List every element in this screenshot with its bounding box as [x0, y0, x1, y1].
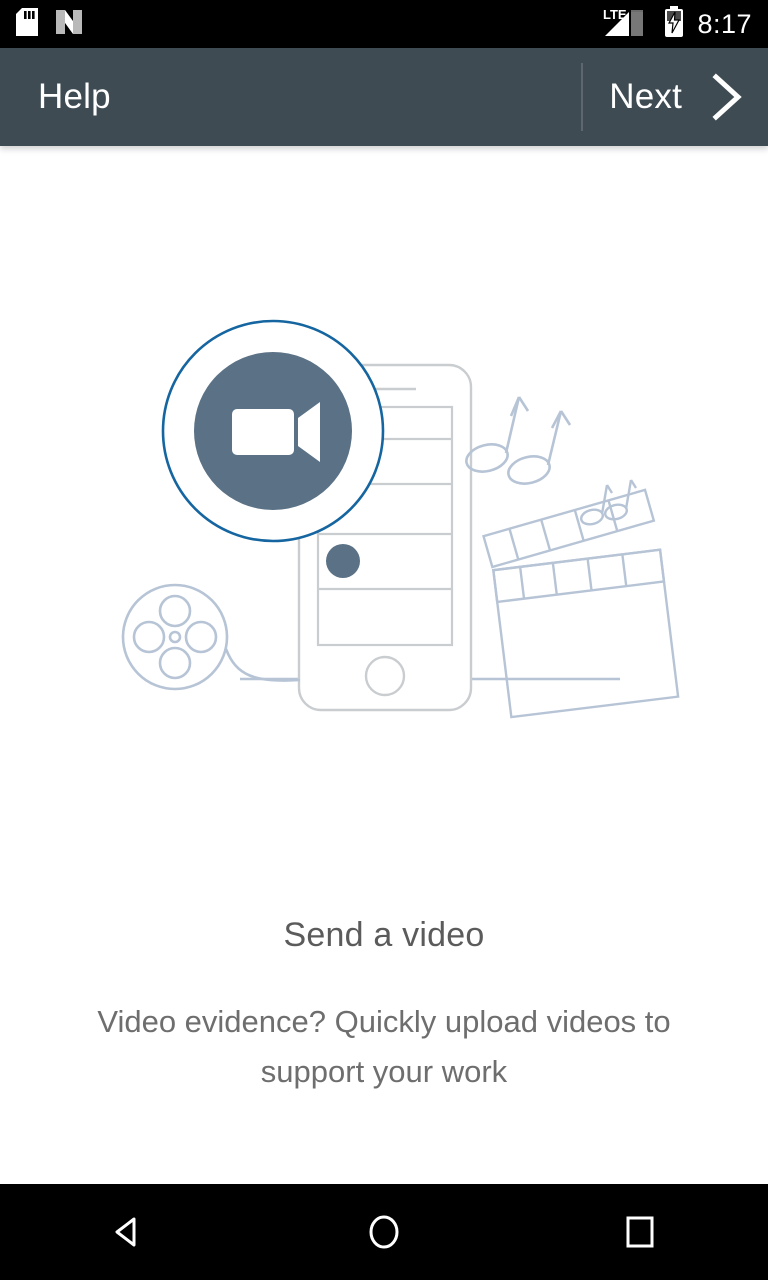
battery-charging-icon — [663, 5, 685, 43]
sd-card-icon — [16, 7, 38, 41]
status-bar-right-icons: LTE 8:17 — [603, 5, 752, 43]
app-bar: Help Next — [0, 48, 768, 146]
page-title: Send a video — [283, 916, 485, 954]
music-notes — [465, 396, 572, 485]
status-bar-clock: 8:17 — [697, 8, 752, 39]
next-button-label[interactable]: Next — [609, 77, 682, 117]
home-button[interactable] — [324, 1184, 444, 1280]
back-button[interactable] — [68, 1184, 188, 1280]
recents-button[interactable] — [580, 1184, 700, 1280]
status-bar-left-icons — [16, 7, 84, 41]
onboarding-page: Send a video Video evidence? Quickly upl… — [0, 146, 768, 1224]
clapperboard — [482, 488, 680, 719]
onboarding-text-block: Send a video Video evidence? Quickly upl… — [0, 916, 768, 1097]
video-camera-badge — [161, 319, 385, 543]
music-notes-small — [579, 479, 638, 526]
app-bar-actions: Next — [581, 48, 768, 146]
film-reel — [121, 583, 301, 691]
android-navigation-bar — [0, 1184, 768, 1280]
chevron-right-icon[interactable] — [710, 72, 744, 122]
page-subtitle: Video evidence? Quickly upload videos to… — [97, 1004, 671, 1090]
send-a-video-illustration — [0, 162, 768, 862]
app-bar-divider — [581, 63, 584, 131]
signal-bars-icon: LTE — [603, 6, 651, 43]
android-nougat-icon — [54, 8, 84, 41]
help-button[interactable]: Help — [38, 77, 111, 117]
app-screen: LTE 8:17 Help Next Send a video Video ev… — [0, 0, 768, 1280]
status-bar: LTE 8:17 — [0, 0, 768, 48]
